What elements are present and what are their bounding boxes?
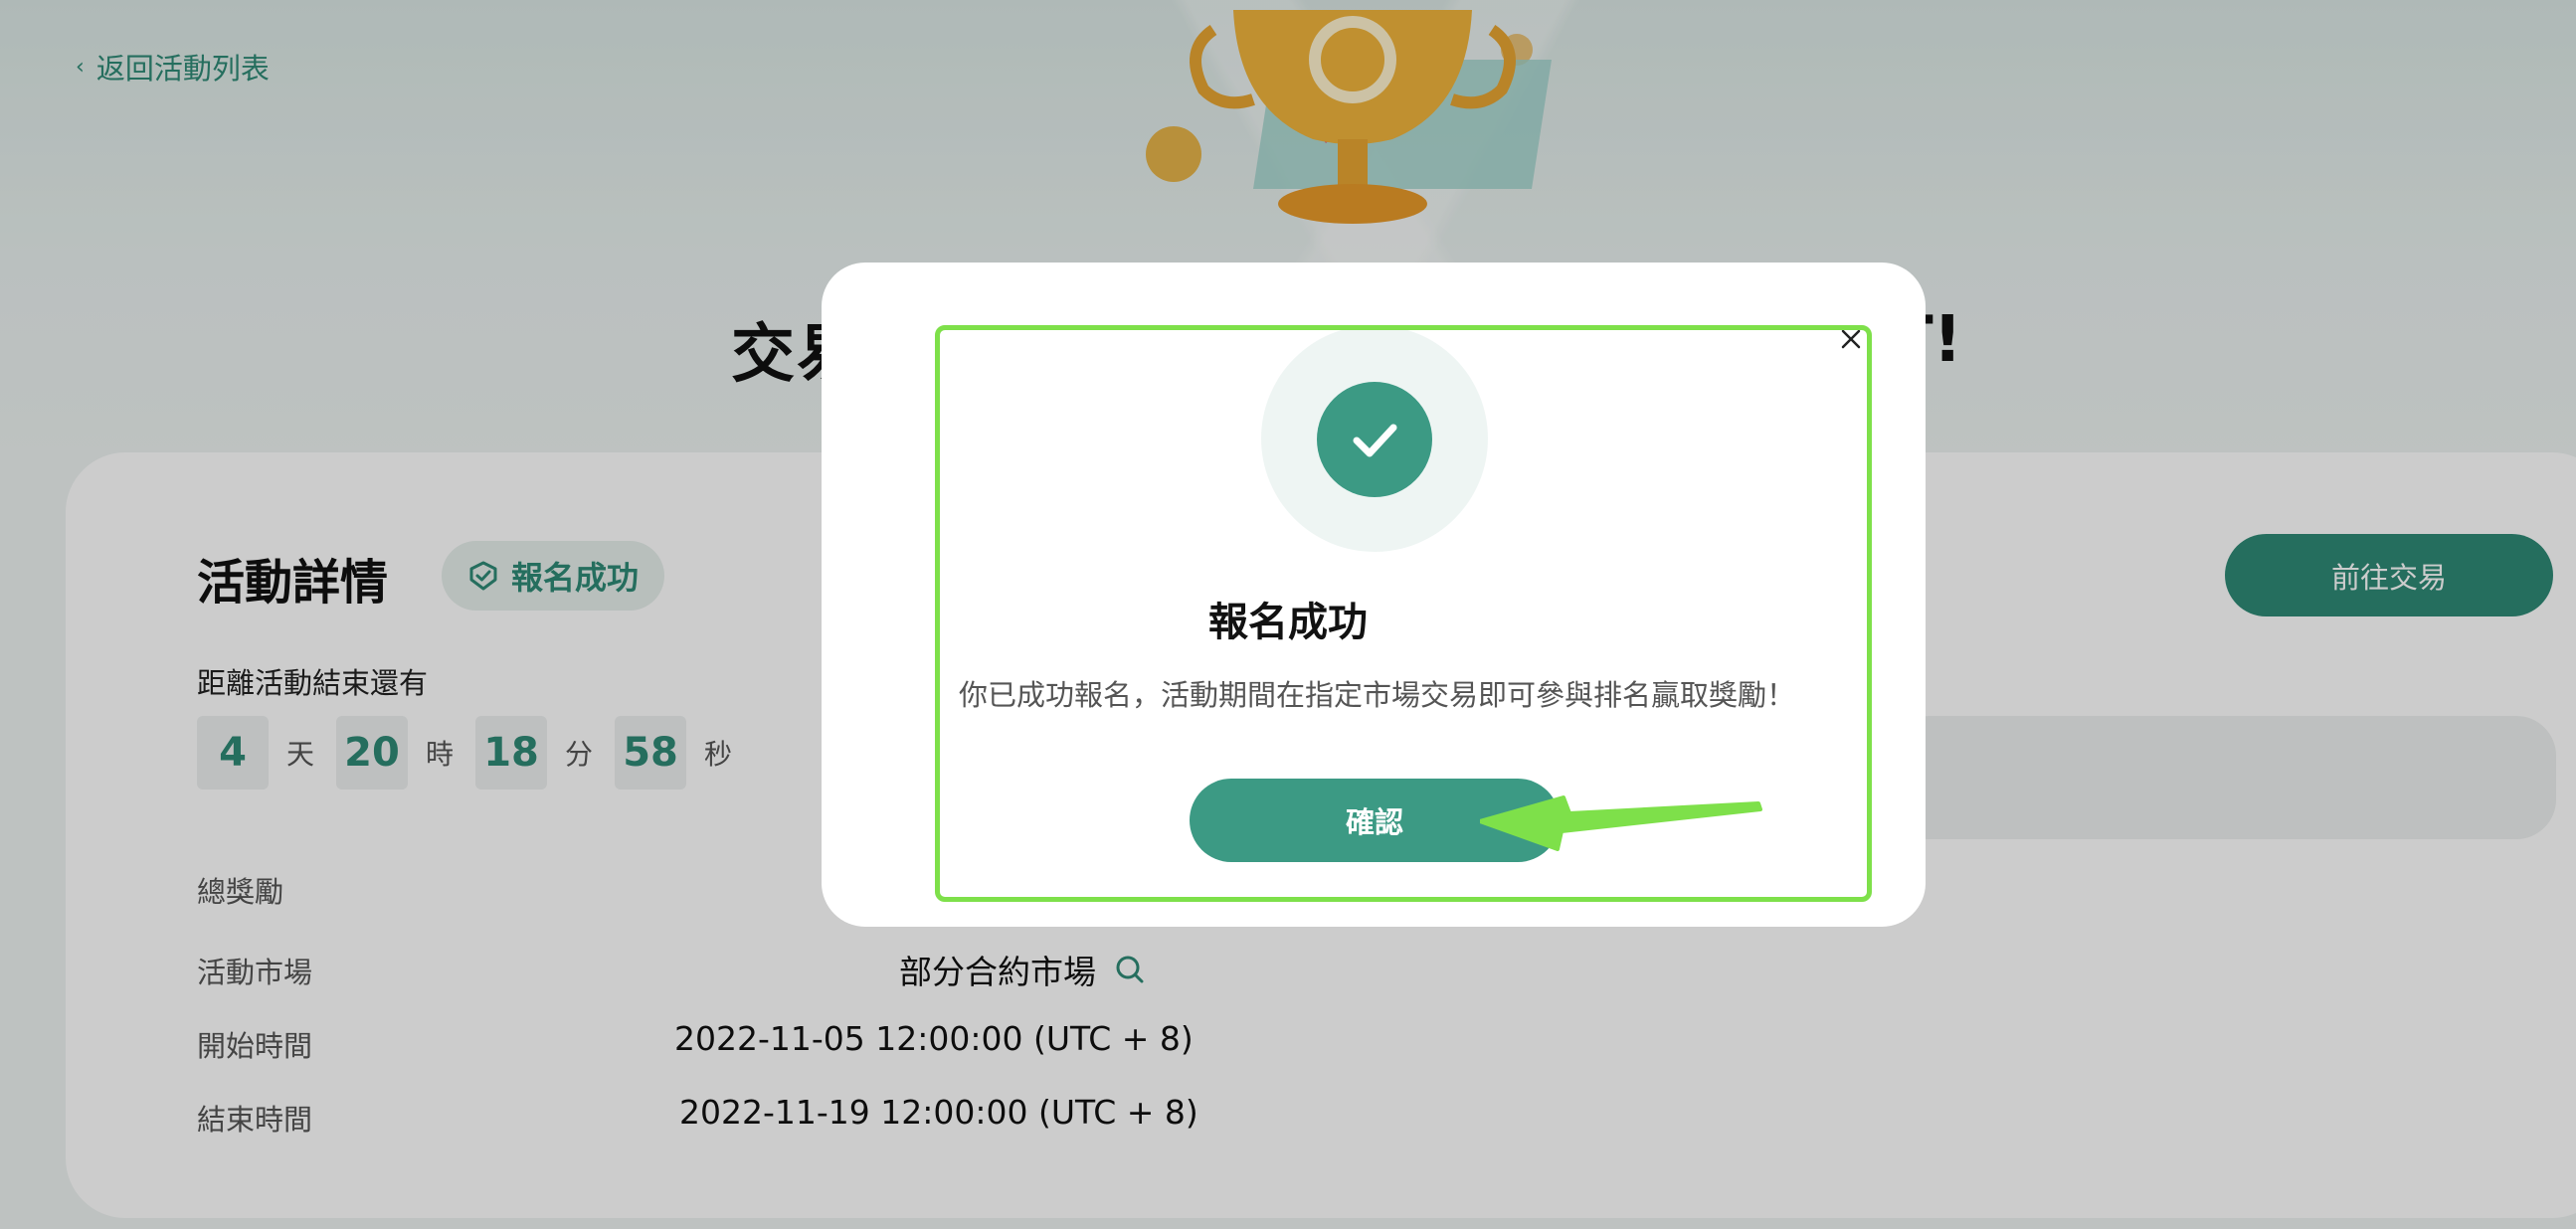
arrow-annotation (1480, 795, 1762, 851)
